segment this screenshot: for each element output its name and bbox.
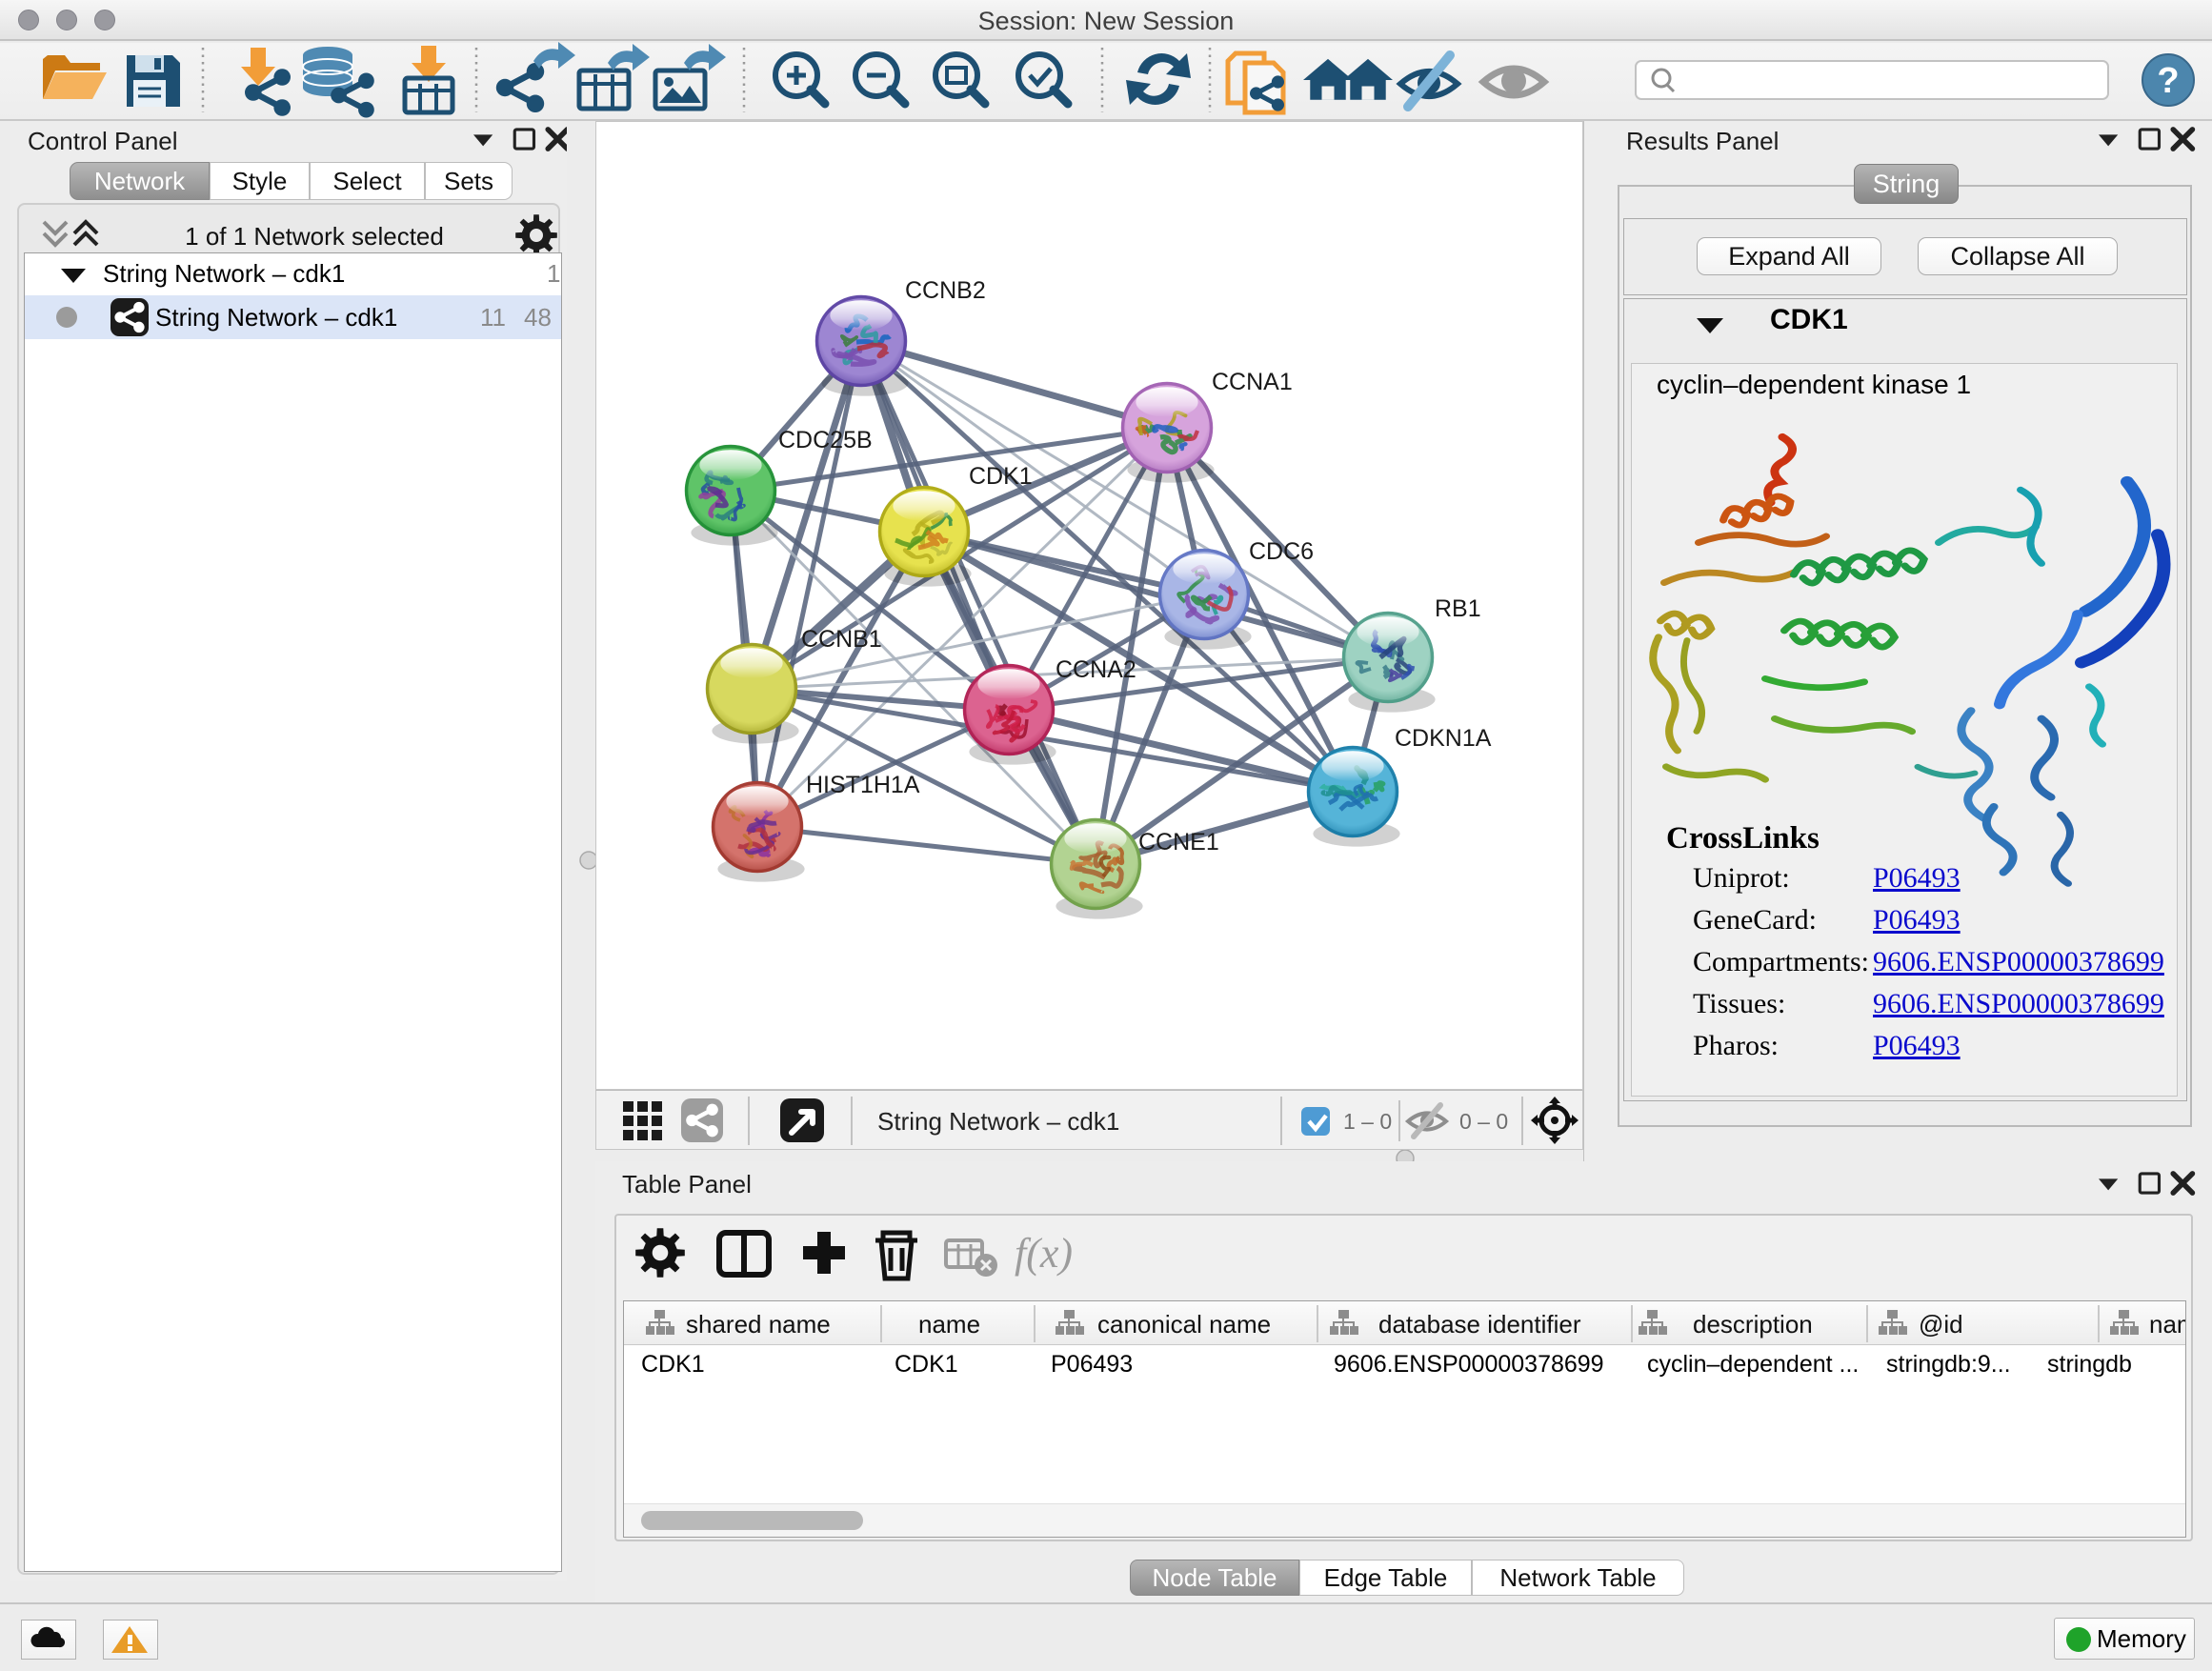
svg-text:CDKN1A: CDKN1A (1395, 725, 1492, 752)
svg-text:CCNE1: CCNE1 (1138, 829, 1219, 856)
svg-text:CCNA2: CCNA2 (1056, 656, 1136, 683)
svg-text:canonical name: canonical name (1097, 1310, 1271, 1339)
svg-text:HIST1H1A: HIST1H1A (806, 772, 920, 798)
svg-text:f(x): f(x) (1015, 1230, 1073, 1277)
svg-text:CCNA1: CCNA1 (1212, 369, 1293, 395)
svg-text:CCNB1: CCNB1 (801, 626, 882, 653)
svg-text:CDC6: CDC6 (1249, 538, 1314, 565)
svg-text:CCNB2: CCNB2 (905, 277, 986, 304)
svg-text:1 – 0: 1 – 0 (1343, 1109, 1392, 1134)
svg-text:RB1: RB1 (1435, 595, 1481, 622)
svg-text:name: name (918, 1310, 980, 1339)
svg-text:namespace: namespace (2149, 1310, 2186, 1339)
svg-text:CDK1: CDK1 (969, 463, 1033, 490)
svg-text:CDC25B: CDC25B (778, 427, 873, 453)
svg-text:shared name: shared name (686, 1310, 831, 1339)
svg-text:@id: @id (1919, 1310, 1963, 1339)
svg-text:description: description (1693, 1310, 1813, 1339)
svg-text:1 of 1 Network selected: 1 of 1 Network selected (185, 222, 444, 251)
svg-text:0 – 0: 0 – 0 (1459, 1109, 1508, 1134)
svg-text:String Network – cdk1: String Network – cdk1 (877, 1107, 1119, 1136)
svg-text:database identifier: database identifier (1378, 1310, 1581, 1339)
svg-text:?: ? (2157, 61, 2179, 101)
